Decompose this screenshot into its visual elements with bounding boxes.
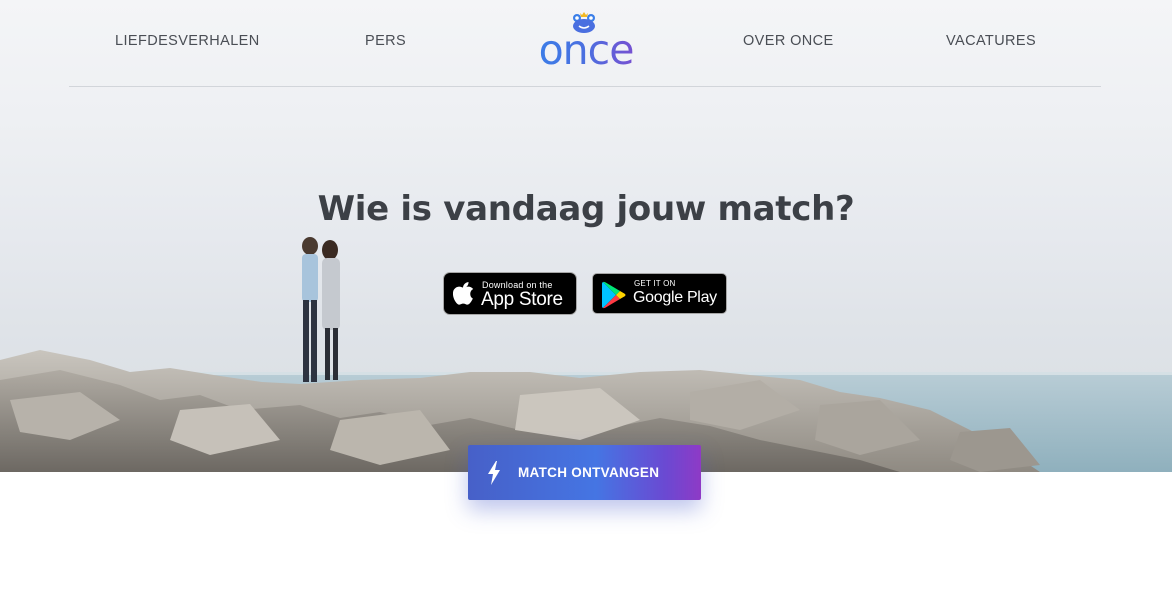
lightning-icon (488, 461, 500, 485)
google-play-big-text: Google Play (633, 289, 717, 306)
app-store-big-text: App Store (481, 289, 563, 310)
google-play-small-text: GET IT ON (634, 279, 676, 288)
couple-figure (302, 237, 340, 382)
hero-section: LIEFDESVERHALEN PERS once OVER ONCE VACA… (0, 0, 1172, 472)
google-play-badge[interactable]: GET IT ON Google Play (592, 273, 727, 314)
nav-link-vacatures[interactable]: VACATURES (946, 33, 1036, 49)
nav-link-pers[interactable]: PERS (365, 33, 406, 49)
match-ontvangen-button[interactable]: MATCH ONTVANGEN (468, 445, 701, 500)
top-navigation: LIEFDESVERHALEN PERS once OVER ONCE VACA… (69, 0, 1101, 87)
hero-headline: Wie is vandaag jouw match? (317, 189, 855, 229)
match-ontvangen-label: MATCH ONTVANGEN (518, 465, 660, 480)
once-logo[interactable]: once (534, 12, 638, 74)
nav-link-over-once[interactable]: OVER ONCE (743, 33, 834, 49)
apple-icon (453, 282, 474, 305)
google-play-icon (602, 281, 626, 309)
logo-wordmark: once (534, 25, 638, 75)
nav-link-liefdesverhalen[interactable]: LIEFDESVERHALEN (115, 33, 260, 49)
app-store-badge[interactable]: Download on the App Store (443, 272, 577, 315)
